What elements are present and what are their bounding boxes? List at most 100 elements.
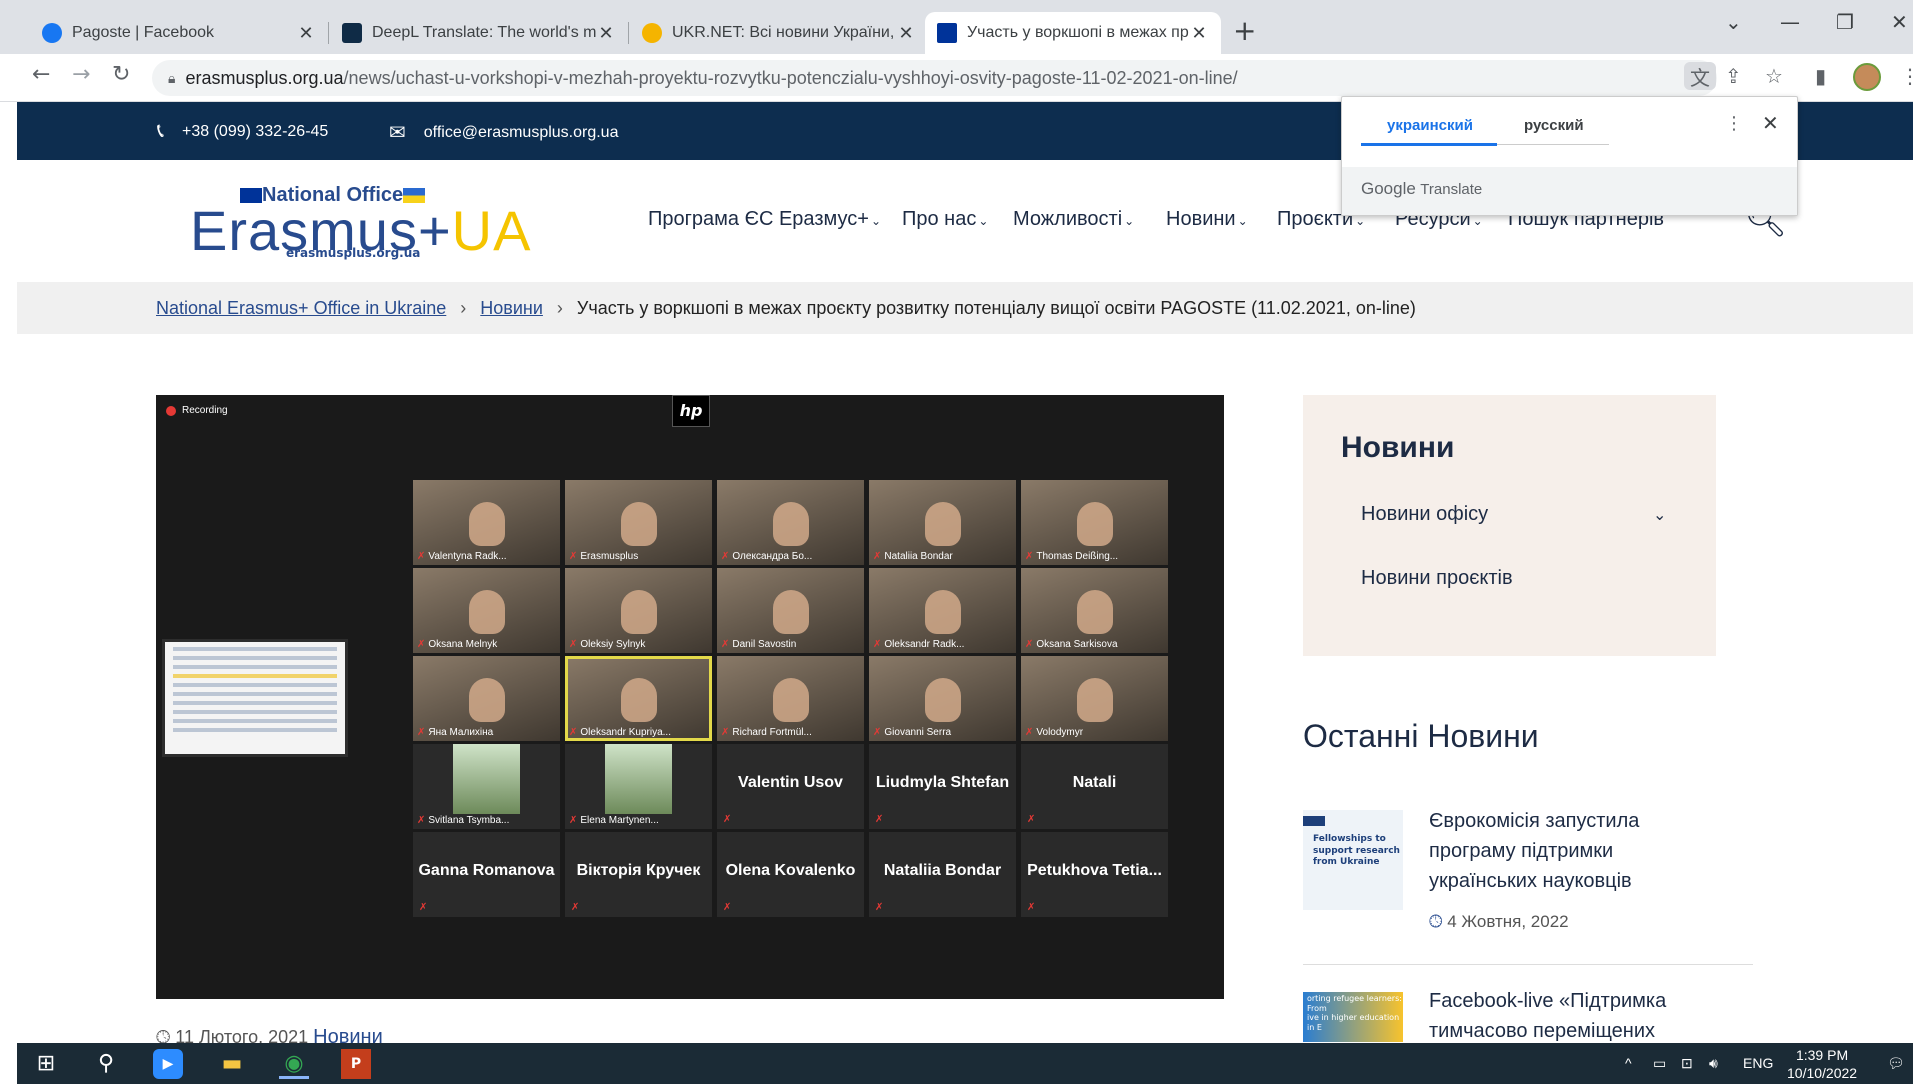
chrome-icon[interactable]: ◉ <box>279 1049 309 1079</box>
muted-mic-icon: ✗ <box>417 727 426 738</box>
share-icon[interactable]: ⇪ <box>1725 64 1742 88</box>
tab-facebook[interactable]: Pagoste | Facebook ✕ <box>30 12 328 54</box>
muted-mic-icon: ✗ <box>1025 639 1034 650</box>
participant-tile[interactable]: ✗ Oksana Melnyk <box>413 568 560 653</box>
participant-tile[interactable]: Вікторія Кручек ✗ <box>565 832 712 917</box>
translate-lang-russian-tab[interactable]: русский <box>1524 117 1584 134</box>
nav-pro-nas[interactable]: Про нас ⌄ <box>902 208 988 231</box>
input-language[interactable]: ENG <box>1743 1055 1773 1071</box>
participant-tile[interactable]: Olena Kovalenko ✗ <box>717 832 864 917</box>
participant-tile[interactable]: ✗ Volodymyr <box>1021 656 1168 741</box>
participant-tile[interactable]: ✗ Richard Fortmül... <box>717 656 864 741</box>
address-bar[interactable]: 🔒︎ erasmusplus.org.ua/news/uchast-u-vork… <box>152 60 1717 96</box>
network-icon[interactable]: ⊡ <box>1681 1055 1693 1072</box>
doc-line <box>173 728 337 732</box>
thumb-banner <box>1303 816 1325 826</box>
battery-icon[interactable]: ▭ <box>1653 1055 1666 1072</box>
participant-video <box>468 502 505 546</box>
nav-programa[interactable]: Програма ЄС Еразмус+ ⌄ <box>648 208 881 231</box>
active-tab-underline <box>1361 143 1497 146</box>
reload-icon[interactable]: ↻ <box>112 62 130 87</box>
eu-flag-favicon-icon <box>937 23 957 43</box>
participant-tile[interactable]: ✗ Oleksandr Kupriya... <box>565 656 712 741</box>
sidebar-item-office-news[interactable]: Новини офісу <box>1361 503 1488 526</box>
minimize-icon[interactable]: — <box>1780 10 1800 34</box>
news-title-link[interactable]: Facebook-live «Підтримка тимчасово перем… <box>1429 986 1666 1046</box>
tray-chevron-icon[interactable]: ^ <box>1625 1055 1632 1071</box>
phone-contact[interactable]: 📞︎ +38 (099) 332-26-45 <box>157 120 328 143</box>
participant-name: Svitlana Tsymba... <box>428 815 510 826</box>
lock-icon[interactable]: 🔒︎ <box>168 70 175 87</box>
participant-tile[interactable]: ✗ Elena Martynen... <box>565 744 712 829</box>
close-tab-icon[interactable]: ✕ <box>596 23 616 44</box>
menu-kebab-icon[interactable]: ⋮ <box>1900 64 1913 88</box>
file-explorer-icon[interactable]: ▬ <box>217 1049 247 1079</box>
tab-search-chevron-icon[interactable]: ⌄ <box>1725 10 1742 34</box>
back-arrow-icon[interactable]: ← <box>32 62 50 87</box>
participant-tile[interactable]: Nataliia Bondar ✗ <box>869 832 1016 917</box>
volume-icon[interactable]: 🔊︎ <box>1709 1055 1718 1072</box>
participant-tile[interactable]: ✗ Oksana Sarkisova <box>1021 568 1168 653</box>
participant-tile[interactable]: Natali ✗ <box>1021 744 1168 829</box>
chevron-down-icon[interactable]: ⌄ <box>1653 505 1666 524</box>
participant-tile[interactable]: ✗ Danil Savostin <box>717 568 864 653</box>
tab-ukrnet[interactable]: UKR.NET: Всі новини України, ос ✕ <box>630 12 928 54</box>
forward-arrow-icon[interactable]: → <box>72 62 90 87</box>
profile-avatar[interactable] <box>1853 63 1881 91</box>
participant-tile[interactable]: Ganna Romanova ✗ <box>413 832 560 917</box>
news-thumbnail[interactable]: Fellowships to support research from Ukrai… <box>1303 810 1403 910</box>
notifications-icon[interactable]: 💬︎ <box>1887 1055 1905 1072</box>
participant-tile[interactable]: Petukhova Tetia... ✗ <box>1021 832 1168 917</box>
sidebar-item-project-news[interactable]: Новини проєктів <box>1361 567 1513 590</box>
tab-deepl[interactable]: DeepL Translate: The world's most ✕ <box>330 12 628 54</box>
chevron-down-icon: ⌄ <box>870 214 881 228</box>
translate-options-icon[interactable]: ⋮ <box>1725 113 1743 134</box>
participant-tile[interactable]: ✗ Valentyna Radk... <box>413 480 560 565</box>
tab-erasmus-active[interactable]: Участь у воркшопі в межах прое ✕ <box>925 12 1221 54</box>
participant-video <box>772 678 809 722</box>
participant-tile[interactable]: ✗ Oleksandr Radk... <box>869 568 1016 653</box>
breadcrumb-home-link[interactable]: National Erasmus+ Office in Ukraine <box>156 298 446 319</box>
translate-page-icon[interactable]: 文 <box>1684 62 1716 90</box>
close-tab-icon[interactable]: ✕ <box>896 23 916 44</box>
participant-tile[interactable]: ✗ Nataliia Bondar <box>869 480 1016 565</box>
nav-mozhlyvosti[interactable]: Можливості ⌄ <box>1013 208 1134 231</box>
zoom-app-icon[interactable]: ▶ <box>153 1049 183 1079</box>
participant-tile[interactable]: ✗ Svitlana Tsymba... <box>413 744 560 829</box>
news-title-link[interactable]: Єврокомісія запустила програму підтримки… <box>1429 806 1639 896</box>
search-icon[interactable]: ⚲ <box>91 1049 121 1079</box>
participant-tile[interactable]: ✗ Giovanni Serra <box>869 656 1016 741</box>
facebook-favicon-icon <box>42 23 62 43</box>
close-tab-icon[interactable]: ✕ <box>296 23 316 44</box>
participant-name: Thomas Deißing... <box>1036 551 1119 562</box>
muted-mic-icon: ✗ <box>873 727 882 738</box>
participant-tile[interactable]: ✗ Олександра Бо... <box>717 480 864 565</box>
participant-tile[interactable]: ✗ Erasmusplus <box>565 480 712 565</box>
powerpoint-icon[interactable]: P <box>341 1049 371 1079</box>
bookmark-star-icon[interactable]: ☆ <box>1765 64 1783 88</box>
news-thumbnail[interactable]: orting refugee learners: From ive in high… <box>1303 992 1403 1042</box>
participant-name: Ganna Romanova <box>418 862 555 879</box>
participant-tile[interactable]: ✗ Thomas Deißing... <box>1021 480 1168 565</box>
side-panel-icon[interactable]: ▮ <box>1815 64 1826 88</box>
participant-name: Olena Kovalenko <box>725 862 856 879</box>
nav-novyny[interactable]: Новини ⌄ <box>1166 208 1248 231</box>
restore-icon[interactable]: ❐ <box>1836 10 1854 34</box>
participant-video <box>924 502 961 546</box>
translate-lang-ukrainian-tab[interactable]: украинский <box>1387 117 1473 134</box>
new-tab-button[interactable]: + <box>1233 14 1256 47</box>
participant-tile[interactable]: ✗ Яна Малихіна <box>413 656 560 741</box>
participant-tile[interactable]: Liudmyla Shtefan ✗ <box>869 744 1016 829</box>
participant-tile[interactable]: Valentin Usov ✗ <box>717 744 864 829</box>
participant-label: ✗ Volodymyr <box>1025 727 1083 738</box>
email-contact[interactable]: ✉ office@erasmusplus.org.ua <box>389 120 618 145</box>
taskbar-clock[interactable]: 1:39 PM 10/10/2022 <box>1787 1046 1857 1082</box>
breadcrumb-section-link[interactable]: Новини <box>480 298 543 319</box>
close-tab-icon[interactable]: ✕ <box>1189 23 1209 44</box>
participant-tile[interactable]: ✗ Oleksiy Sylnyk <box>565 568 712 653</box>
close-window-icon[interactable]: ✕ <box>1891 10 1908 34</box>
windows-start-icon[interactable]: ⊞ <box>31 1049 61 1079</box>
close-icon[interactable]: ✕ <box>1762 111 1779 135</box>
participant-video <box>772 590 809 634</box>
muted-mic-icon: ✗ <box>569 815 578 826</box>
